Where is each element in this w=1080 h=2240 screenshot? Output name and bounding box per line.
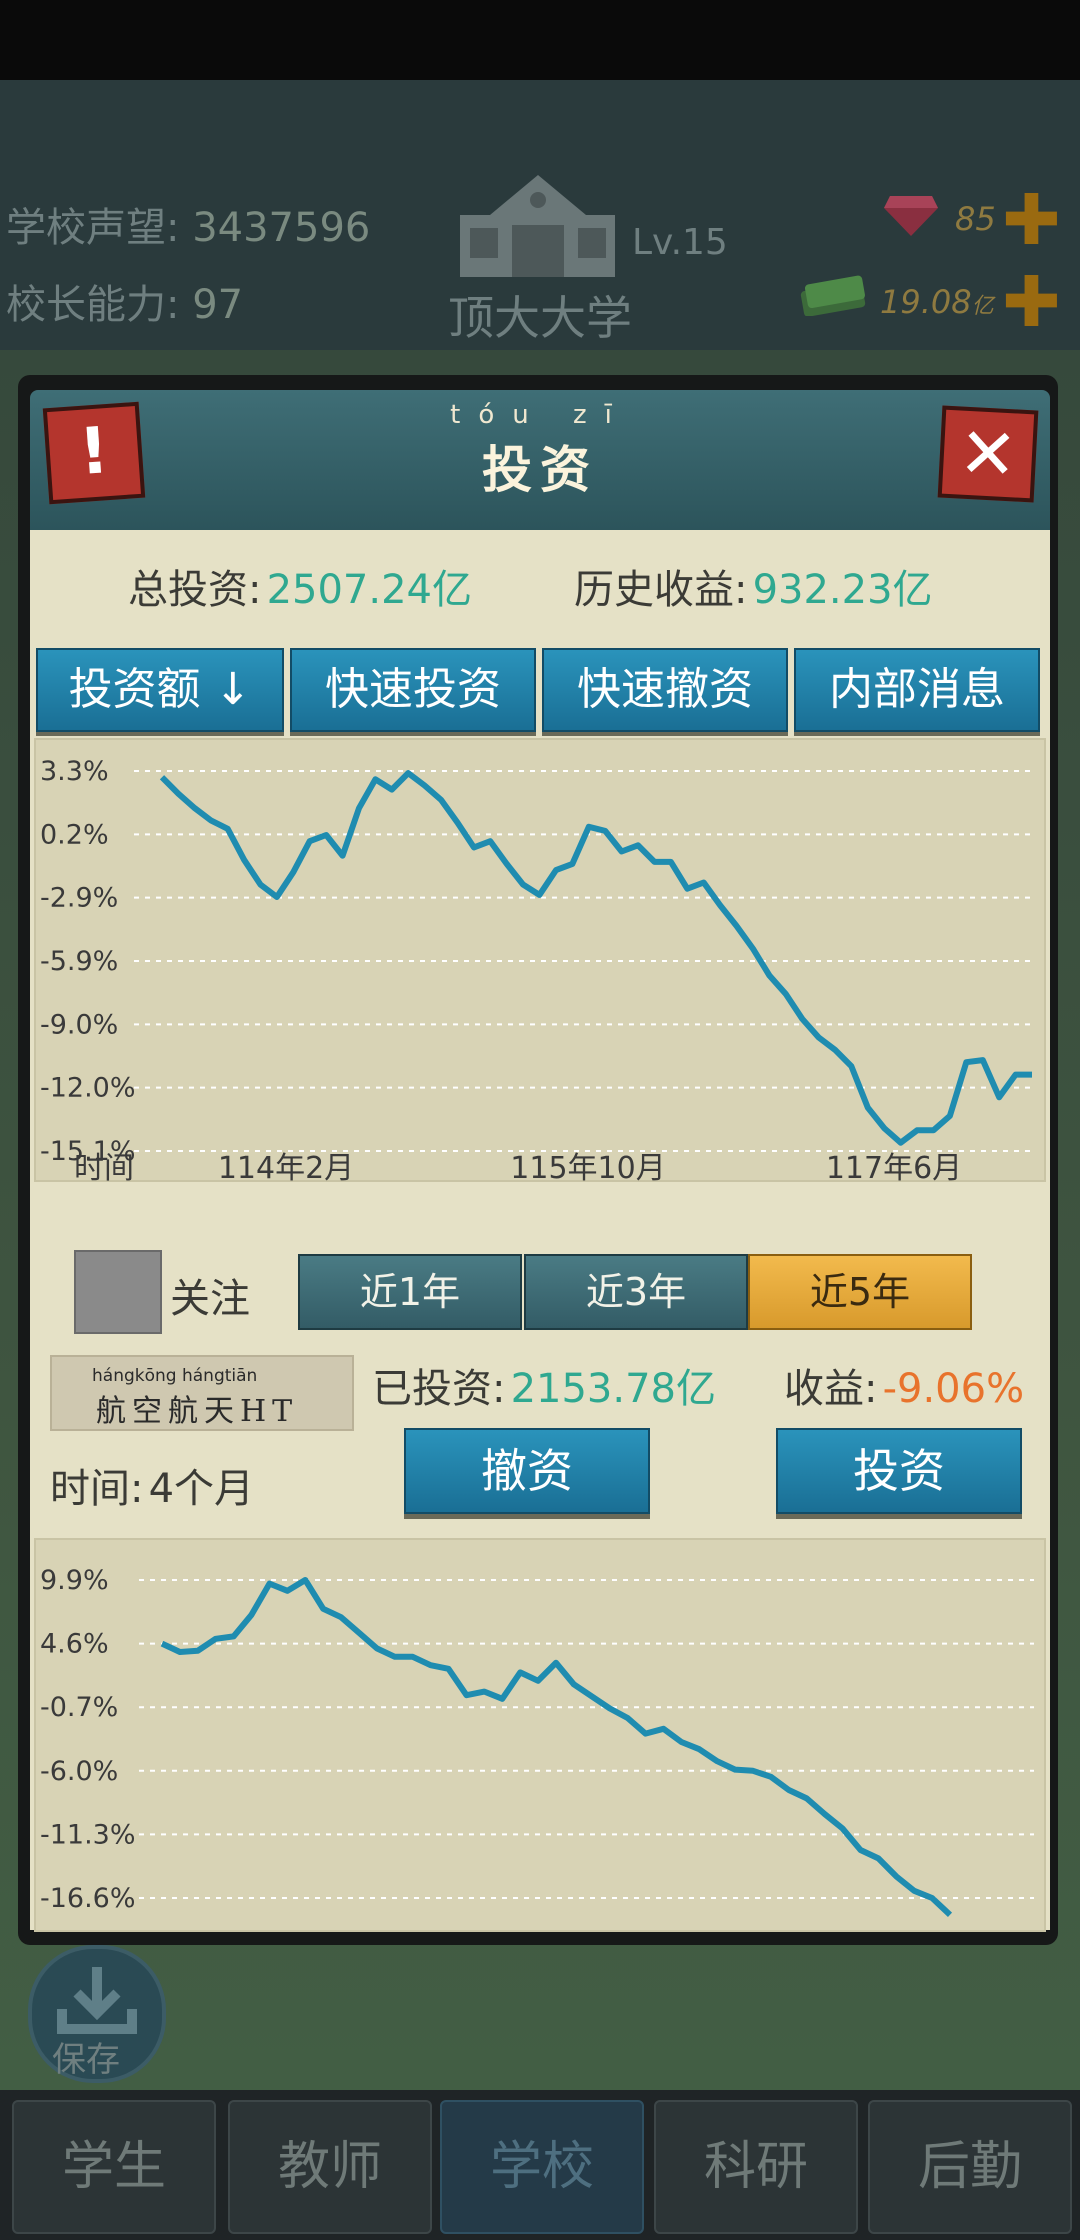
profit-label: 收益: — [784, 1366, 878, 1412]
total-invest-value: 2507.24亿 — [266, 567, 472, 613]
y-tick-label: -0.7% — [40, 1692, 118, 1723]
price-line — [160, 1577, 953, 1917]
stock-name: 航空航天HT — [96, 1394, 299, 1429]
nav-research[interactable]: 科研 — [654, 2100, 858, 2234]
nav-logistics-label: 后勤 — [917, 2137, 1022, 2197]
status-bar — [0, 0, 1080, 80]
y-tick-label: -6.0% — [40, 1756, 118, 1787]
stock-price-chart: 3.3%0.2%-2.9%-5.9%-9.0%-12.0%-15.1%时间 114… — [40, 756, 1034, 1186]
modal-title: 投资 — [482, 441, 598, 499]
follow-checkbox[interactable] — [74, 1250, 162, 1334]
y-tick-label: -5.9% — [40, 946, 118, 977]
nav-school[interactable]: 学校 — [440, 2100, 644, 2234]
period-5-year[interactable]: 近5年 — [748, 1254, 972, 1330]
add-gems-button[interactable]: ✚ — [1002, 185, 1061, 255]
time-label: 时间: — [50, 1466, 144, 1512]
tab-quick-invest[interactable]: 快速投资 — [290, 648, 536, 732]
x-axis-label: 时间 — [74, 1151, 134, 1186]
add-money-button[interactable]: ✚ — [1002, 267, 1061, 337]
total-invest: 总投资: 2507.24亿 — [128, 557, 472, 615]
invested-value: 2153.78亿 — [510, 1366, 716, 1412]
nav-school-label: 学校 — [489, 2137, 594, 2197]
nav-teachers[interactable]: 教师 — [228, 2100, 432, 2234]
school-building-icon — [450, 170, 625, 280]
nav-logistics[interactable]: 后勤 — [868, 2100, 1072, 2234]
y-tick-label: 4.6% — [40, 1629, 109, 1660]
invested: 已投资: 2153.78亿 — [372, 1356, 716, 1414]
money-icon — [798, 272, 870, 317]
nav-students-label: 学生 — [61, 2137, 166, 2197]
y-tick-label: 0.2% — [40, 819, 109, 850]
ability-value: 97 — [192, 282, 244, 328]
school-level: Lv.15 — [632, 222, 728, 263]
withdraw-button[interactable]: 撤资 — [404, 1428, 650, 1514]
y-tick-label: -16.6% — [40, 1883, 136, 1914]
x-tick-label: 114年2月 — [218, 1151, 354, 1186]
stock-price-chart-2: 9.9% 4.6% -0.7% -6.0% -11.3% -16.6% — [40, 1565, 1034, 1917]
x-tick-label: 117年6月 — [826, 1151, 962, 1186]
reputation-value: 3437596 — [192, 205, 371, 251]
money-amount: 19.08亿 — [880, 283, 994, 321]
y-tick-label: 3.3% — [40, 756, 109, 787]
y-tick-label: -11.3% — [40, 1819, 136, 1850]
tab-invest-amount[interactable]: 投资额 ↓ — [36, 648, 284, 732]
period-3-year[interactable]: 近3年 — [524, 1254, 748, 1330]
profit: 收益: -9.06% — [784, 1356, 1024, 1414]
money-unit: 亿 — [971, 294, 994, 319]
ability-row: 校长能力: 97 — [6, 272, 243, 330]
y-tick-label: -9.0% — [40, 1009, 118, 1040]
total-invest-label: 总投资: — [128, 567, 262, 613]
y-tick-label: 9.9% — [40, 1565, 109, 1596]
history-profit-label: 历史收益: — [574, 567, 748, 613]
stock-pinyin: hángkōng hángtiān — [92, 1366, 258, 1386]
reputation-label: 学校声望: — [6, 205, 180, 251]
reputation-row: 学校声望: 3437596 — [6, 195, 370, 253]
save-label: 保存 — [52, 2040, 120, 2080]
nav-students[interactable]: 学生 — [12, 2100, 216, 2234]
ability-label: 校长能力: — [6, 282, 180, 328]
gem-count: 85 — [955, 200, 996, 238]
invest-button[interactable]: 投资 — [776, 1428, 1022, 1514]
money-value: 19.08 — [880, 283, 972, 321]
invested-label: 已投资: — [372, 1366, 506, 1412]
nav-research-label: 科研 — [703, 2137, 808, 2197]
follow-label: 关注 — [170, 1276, 250, 1322]
time-value: 4个月 — [148, 1466, 255, 1512]
history-profit-value: 932.23亿 — [752, 567, 933, 613]
period-1-year[interactable]: 近1年 — [298, 1254, 522, 1330]
hold-time: 时间: 4个月 — [50, 1456, 254, 1514]
gem-icon — [882, 192, 940, 238]
y-tick-label: -12.0% — [40, 1073, 136, 1104]
profit-value: -9.06% — [882, 1366, 1025, 1412]
close-icon-button[interactable]: ✕ — [937, 405, 1039, 503]
y-tick-label: -2.9% — [40, 883, 118, 914]
nav-teachers-label: 教师 — [277, 2137, 382, 2197]
tab-inside-news[interactable]: 内部消息 — [794, 648, 1040, 732]
tab-quick-withdraw[interactable]: 快速撤资 — [542, 648, 788, 732]
alert-icon-button[interactable]: ! — [42, 401, 146, 505]
x-tick-label: 115年10月 — [510, 1151, 665, 1186]
school-name: 顶大大学 — [448, 291, 632, 345]
history-profit: 历史收益: 932.23亿 — [574, 557, 933, 615]
title-pinyin: tóu zī — [450, 400, 630, 430]
